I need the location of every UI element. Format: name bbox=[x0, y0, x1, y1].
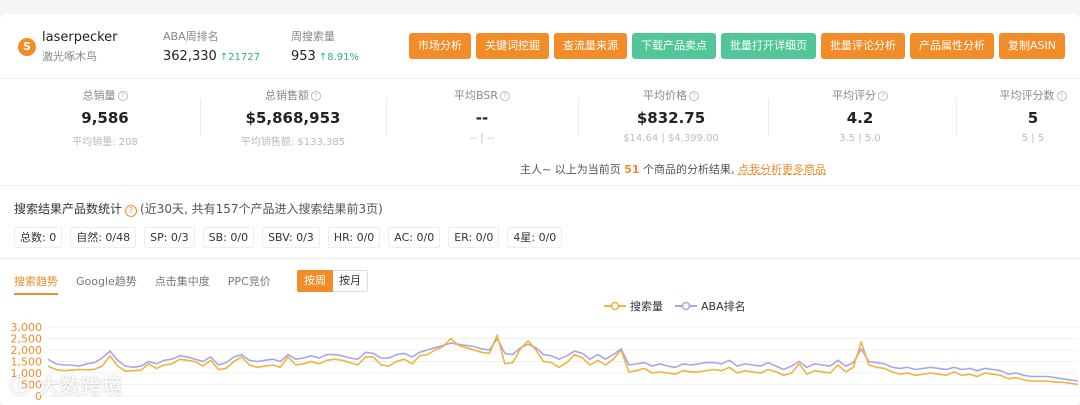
notice-count: 51 bbox=[624, 163, 640, 176]
brand-subtitle: 激光啄木鸟 bbox=[42, 50, 97, 63]
trend-tabs: 搜索趋势 Google趋势 点击集中度 PPC竞价 bbox=[14, 273, 271, 295]
legend-label: ABA排名 bbox=[701, 300, 746, 313]
notice-suffix: 个商品的分析结果, bbox=[643, 163, 735, 176]
weekly-search-value: 953 ↑8.91% bbox=[291, 49, 359, 64]
help-icon[interactable]: ? bbox=[311, 91, 321, 101]
watermark-logo: ⓘ 大数跨境 bbox=[10, 374, 123, 398]
aba-rank-number: 362,330 bbox=[163, 49, 217, 64]
search-trend-chart: 3,0002,5002,0001,5001,0005000 bbox=[11, 321, 1079, 403]
metric-avg-rating-count: 平均评分数? 5 5 | 5 bbox=[988, 82, 1078, 150]
metric-divider bbox=[956, 98, 957, 136]
batch-review-analysis-button[interactable]: 批量评论分析 bbox=[821, 33, 905, 59]
period-toggle: 按周 按月 bbox=[297, 270, 368, 292]
divider bbox=[0, 258, 1080, 259]
metric-label: 总销售额 bbox=[265, 89, 309, 102]
chart-legend: 搜索量 ABA排名 bbox=[604, 298, 746, 314]
search-results-title: 搜索结果产品数统计 bbox=[14, 202, 123, 216]
weekly-search-change: ↑8.91% bbox=[318, 52, 359, 63]
metric-sub: $14.64 | $4,399.00 bbox=[623, 133, 719, 144]
metric-divider bbox=[768, 98, 769, 136]
notice-prefix: 主人~ 以上为当前页 bbox=[520, 163, 621, 176]
brand-name[interactable]: laserpecker bbox=[42, 30, 118, 45]
metric-value: $5,868,953 bbox=[245, 109, 341, 127]
metric-value: 5 bbox=[1027, 109, 1039, 127]
legend-item-aba[interactable]: ABA排名 bbox=[675, 298, 746, 314]
chip-er: ER: 0/0 bbox=[448, 227, 500, 248]
metrics-row: 总销量? 9,586 平均销量: 208 总销售额? $5,868,953 平均… bbox=[8, 82, 1080, 150]
help-icon[interactable]: ? bbox=[125, 205, 138, 217]
legend-label: 搜索量 bbox=[630, 300, 663, 313]
period-week-button[interactable]: 按周 bbox=[297, 270, 333, 292]
metric-sub: 平均销售额: $133,385 bbox=[240, 137, 346, 148]
tab-click-concentration[interactable]: 点击集中度 bbox=[155, 273, 210, 295]
help-icon[interactable]: ? bbox=[499, 91, 510, 101]
metric-total-revenue: 总销售额? $5,868,953 平均销售额: $133,385 bbox=[233, 82, 353, 150]
period-month-button[interactable]: 按月 bbox=[333, 270, 368, 292]
weekly-search-stat: 周搜索量 953 ↑8.91% bbox=[291, 28, 359, 64]
product-attribute-analysis-button[interactable]: 产品属性分析 bbox=[910, 33, 994, 59]
chip-sp: SP: 0/3 bbox=[144, 227, 195, 248]
legend-search-marker-icon bbox=[604, 301, 626, 311]
metric-avg-bsr: 平均BSR? -- -- | -- bbox=[422, 82, 542, 150]
metric-total-sales: 总销量? 9,586 平均销量: 208 bbox=[45, 82, 165, 150]
tab-google-trend[interactable]: Google趋势 bbox=[76, 273, 137, 295]
download-selling-points-button[interactable]: 下载产品卖点 bbox=[632, 33, 716, 59]
aba-rank-value: 362,330 ↑21727 bbox=[163, 49, 260, 64]
keyword-mining-button[interactable]: 关键词挖掘 bbox=[476, 33, 549, 59]
metric-value: 4.2 bbox=[846, 109, 874, 127]
legend-aba-marker-icon bbox=[675, 301, 697, 311]
aba-rank-label: ABA周排名 bbox=[163, 30, 219, 43]
chip-hr: HR: 0/0 bbox=[327, 227, 381, 248]
metric-sub: 平均销量: 208 bbox=[72, 137, 138, 148]
legend-item-search[interactable]: 搜索量 bbox=[604, 298, 663, 314]
metric-label: 平均价格 bbox=[643, 89, 687, 102]
aba-rank-stat: ABA周排名 362,330 ↑21727 bbox=[163, 28, 260, 64]
metric-sub: -- | -- bbox=[469, 133, 495, 144]
help-icon[interactable]: ? bbox=[117, 91, 128, 101]
tab-ppc-bid[interactable]: PPC竞价 bbox=[228, 273, 271, 295]
metric-sub: 3.5 | 5.0 bbox=[839, 133, 881, 144]
metric-divider bbox=[386, 98, 387, 136]
chip-ac: AC: 0/0 bbox=[388, 227, 441, 248]
metric-value: $832.75 bbox=[636, 109, 706, 127]
search-results-chips: 总数: 0 自然: 0/48 SP: 0/3 SB: 0/0 SBV: 0/3 … bbox=[14, 227, 563, 248]
traffic-source-button[interactable]: 查流量来源 bbox=[554, 33, 627, 59]
metric-label: 平均评分数 bbox=[999, 89, 1055, 102]
chip-sbv: SBV: 0/3 bbox=[262, 227, 320, 248]
series-line-search-volume bbox=[47, 334, 1079, 386]
metric-divider bbox=[578, 98, 579, 136]
chip-sb: SB: 0/0 bbox=[202, 227, 255, 248]
divider bbox=[0, 78, 1080, 79]
batch-open-details-button[interactable]: 批量打开详细页 bbox=[721, 33, 816, 59]
chip-organic: 自然: 0/48 bbox=[70, 227, 137, 248]
help-icon[interactable]: ? bbox=[878, 91, 888, 101]
metric-divider bbox=[200, 98, 201, 136]
analysis-notice: 主人~ 以上为当前页 51 个商品的分析结果, 点我分析更多商品 bbox=[520, 161, 826, 177]
metric-avg-price: 平均价格? $832.75 $14.64 | $4,399.00 bbox=[611, 82, 731, 150]
aba-rank-change: ↑21727 bbox=[219, 52, 260, 63]
help-icon[interactable]: ? bbox=[689, 91, 699, 101]
market-analysis-button[interactable]: 市场分析 bbox=[409, 33, 471, 59]
metric-value: -- bbox=[475, 109, 489, 127]
tab-search-trend[interactable]: 搜索趋势 bbox=[14, 273, 58, 295]
chip-4star: 4星: 0/0 bbox=[507, 227, 563, 248]
weekly-search-label: 周搜索量 bbox=[291, 30, 335, 43]
copy-asin-button[interactable]: 复制ASIN bbox=[999, 33, 1065, 59]
search-results-note: (近30天, 共有157个产品进入搜索结果前3页) bbox=[140, 202, 383, 216]
weekly-search-number: 953 bbox=[291, 49, 316, 64]
metric-label: 平均BSR bbox=[454, 89, 498, 102]
chip-total: 总数: 0 bbox=[14, 227, 63, 248]
metric-sub: 5 | 5 bbox=[1021, 133, 1045, 144]
metric-label: 平均评分 bbox=[832, 89, 876, 102]
search-results-stats-title: 搜索结果产品数统计? (近30天, 共有157个产品进入搜索结果前3页) bbox=[14, 200, 383, 217]
metric-value: 9,586 bbox=[81, 109, 129, 127]
metric-avg-rating: 平均评分? 4.2 3.5 | 5.0 bbox=[800, 82, 920, 150]
analyze-more-link[interactable]: 点我分析更多商品 bbox=[738, 163, 826, 176]
brand-logo-icon: S bbox=[18, 38, 36, 56]
divider bbox=[0, 185, 1080, 186]
action-button-row: 市场分析 关键词挖掘 查流量来源 下载产品卖点 批量打开详细页 批量评论分析 产… bbox=[409, 33, 1065, 59]
help-icon[interactable]: ? bbox=[1056, 91, 1067, 101]
metric-label: 总销量 bbox=[82, 89, 116, 102]
